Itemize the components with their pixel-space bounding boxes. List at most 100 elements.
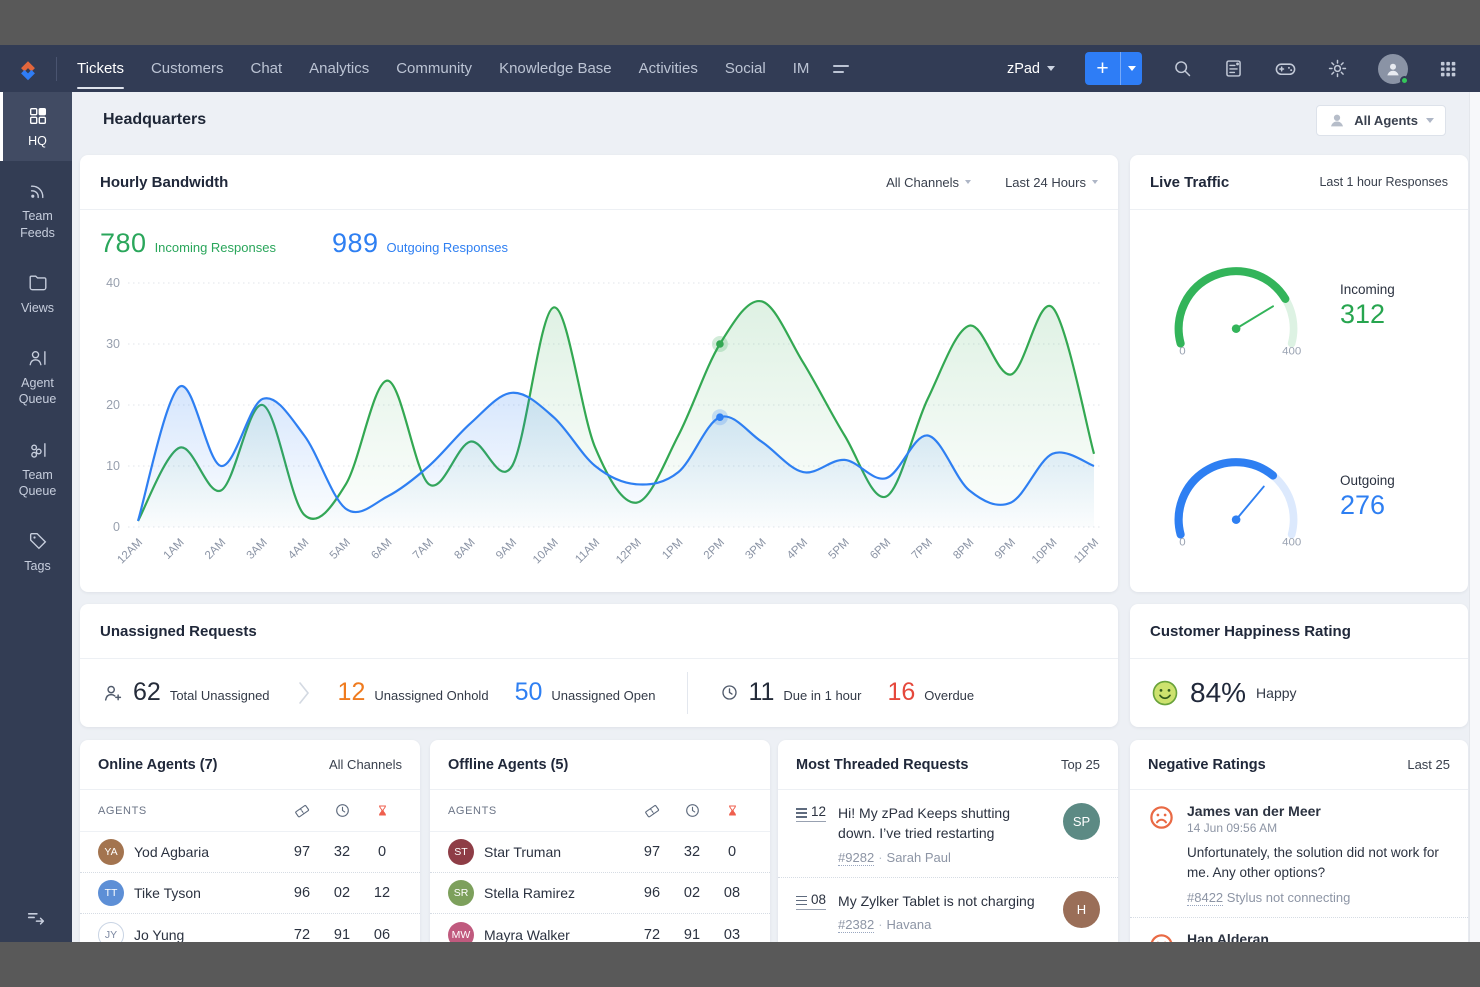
agent-row[interactable]: STStar Truman97320 <box>430 832 770 873</box>
person-icon <box>1384 60 1402 78</box>
incoming-gauge-label: Incoming <box>1340 282 1395 297</box>
svg-text:3AM: 3AM <box>245 537 270 562</box>
page-header: Headquarters All Agents <box>72 92 1480 148</box>
svg-text:8PM: 8PM <box>951 537 976 562</box>
agent-handling-time: 32 <box>672 844 712 860</box>
settings-gear-icon[interactable] <box>1327 58 1348 79</box>
hourglass-icon <box>362 803 402 818</box>
agent-row[interactable]: SRStella Ramirez960208 <box>430 873 770 914</box>
ticket-id-link[interactable]: #2382 <box>838 917 874 933</box>
happiness-rating-header: Customer Happiness Rating <box>1130 604 1468 659</box>
negative-ratings-filter[interactable]: Last 25 <box>1407 757 1450 772</box>
plus-icon: + <box>1085 52 1120 85</box>
outgoing-total: 989 <box>332 228 379 259</box>
nav-item-chat[interactable]: Chat <box>250 45 282 92</box>
nav-item-activities[interactable]: Activities <box>639 45 698 92</box>
outgoing-responses-stat: 989 Outgoing Responses <box>332 228 508 259</box>
svg-text:11PM: 11PM <box>1072 537 1101 566</box>
ticket-id-link[interactable]: #9282 <box>838 850 874 866</box>
agent-name: Jo Yung <box>134 927 184 943</box>
thread-lines-icon <box>796 896 807 906</box>
negative-rating-item[interactable]: Han Alderan <box>1130 918 1468 943</box>
nav-item-social[interactable]: Social <box>725 45 766 92</box>
department-dropdown[interactable]: zPad <box>1007 61 1055 77</box>
all-agents-dropdown[interactable]: All Agents <box>1316 105 1446 136</box>
customer-name: James van der Meer <box>1187 803 1450 819</box>
sidebar-item-team-feeds[interactable]: Team Feeds <box>0 167 72 253</box>
gauge-info: Incoming 312 <box>1340 282 1395 330</box>
negative-ratings-header: Negative Ratings Last 25 <box>1130 740 1468 790</box>
agent-row[interactable]: MWMayra Walker729103 <box>430 914 770 942</box>
most-threaded-card: Most Threaded Requests Top 25 12Hi! My z… <box>778 740 1118 942</box>
time-range-dropdown[interactable]: Last 24 Hours <box>1005 175 1098 190</box>
avatar: MW <box>448 922 474 943</box>
agent-row[interactable]: TTTike Tyson960212 <box>80 873 420 914</box>
sidebar-collapse-icon[interactable] <box>0 894 72 942</box>
bandwidth-stats: 780 Incoming Responses 989 Outgoing Resp… <box>80 210 1118 259</box>
user-avatar[interactable] <box>1378 54 1408 84</box>
channels-filter-dropdown[interactable]: All Channels <box>886 175 971 190</box>
unassigned-requests-title: Unassigned Requests <box>100 623 257 640</box>
nav-item-im[interactable]: IM <box>793 45 810 92</box>
agent-tickets-count: 72 <box>282 927 322 943</box>
overdue-stat[interactable]: 16 Overdue <box>887 678 974 707</box>
agent-row[interactable]: JYJo Yung729106 <box>80 914 420 942</box>
incoming-gauge-value: 312 <box>1340 299 1395 330</box>
svg-text:10AM: 10AM <box>531 537 561 567</box>
sidebar-item-hq[interactable]: HQ <box>0 92 72 161</box>
negative-rating-item[interactable]: James van der Meer14 Jun 09:56 AMUnfortu… <box>1130 790 1468 918</box>
apps-grid-icon[interactable] <box>1438 59 1458 79</box>
person-plus-icon <box>102 682 124 704</box>
thread-count-value: 08 <box>811 892 826 907</box>
unassigned-onhold-stat[interactable]: 12 Unassigned Onhold <box>338 678 489 707</box>
agent-row[interactable]: YAYod Agbaria97320 <box>80 832 420 873</box>
agent-handling-time: 02 <box>322 885 362 901</box>
agent-name: Tike Tyson <box>134 885 201 901</box>
nav-right-cluster: zPad + <box>1007 52 1480 85</box>
nav-item-customers[interactable]: Customers <box>151 45 224 92</box>
nav-item-analytics[interactable]: Analytics <box>309 45 369 92</box>
sidebar-item-team-queue[interactable]: Team Queue <box>0 426 72 512</box>
browser-top-strip <box>0 0 1480 45</box>
nav-more-icon[interactable] <box>833 65 849 73</box>
threaded-request-item[interactable]: 08My Zylker Tablet is not charging#2382·… <box>778 878 1118 942</box>
nav-item-community[interactable]: Community <box>396 45 472 92</box>
happiness-value: 84% <box>1190 677 1246 709</box>
online-agents-channel-filter[interactable]: All Channels <box>329 757 402 772</box>
sidebar-item-label: Team Feeds <box>6 208 69 241</box>
most-threaded-filter[interactable]: Top 25 <box>1061 757 1100 772</box>
release-notes-icon[interactable] <box>1223 58 1244 79</box>
add-new-button[interactable]: + <box>1085 52 1142 85</box>
svg-text:12AM: 12AM <box>115 537 145 567</box>
sidebar-item-agent-queue[interactable]: Agent Queue <box>0 334 72 420</box>
due-in-1-hour-stat[interactable]: 11 Due in 1 hour <box>720 678 861 707</box>
nav-item-knowledge-base[interactable]: Knowledge Base <box>499 45 612 92</box>
department-label: zPad <box>1007 61 1040 77</box>
agent-name: Mayra Walker <box>484 927 570 943</box>
add-new-dropdown[interactable] <box>1121 52 1142 85</box>
svg-text:6PM: 6PM <box>868 537 893 562</box>
sidebar-item-label: Views <box>6 300 69 316</box>
product-logo[interactable] <box>0 56 56 82</box>
unassigned-open-stat[interactable]: 50 Unassigned Open <box>515 678 656 707</box>
chevron-down-icon <box>1092 180 1098 184</box>
sidebar-item-tags[interactable]: Tags <box>0 517 72 586</box>
online-status-dot <box>1400 76 1409 85</box>
sidebar-item-views[interactable]: Views <box>0 259 72 328</box>
search-icon[interactable] <box>1172 58 1193 79</box>
threaded-request-item[interactable]: 12Hi! My zPad Keeps shutting down. I’ve … <box>778 790 1118 878</box>
incoming-responses-stat: 780 Incoming Responses <box>100 228 276 259</box>
bandwidth-area-chart[interactable]: 01020304012AM1AM2AM3AM4AM5AM6AM7AM8AM9AM… <box>80 260 1118 590</box>
svg-text:5AM: 5AM <box>328 537 353 562</box>
svg-text:7AM: 7AM <box>411 537 436 562</box>
vertical-scrollbar[interactable] <box>1469 92 1480 942</box>
gamescope-icon[interactable] <box>1274 57 1297 80</box>
svg-text:8AM: 8AM <box>452 537 477 562</box>
incoming-total: 780 <box>100 228 147 259</box>
total-unassigned-stat[interactable]: 62 Total Unassigned <box>102 678 270 707</box>
nav-item-tickets[interactable]: Tickets <box>77 45 124 92</box>
ticket-id-link[interactable]: #8422 <box>1187 890 1223 906</box>
live-traffic-subtitle: Last 1 hour Responses <box>1319 175 1448 189</box>
outgoing-gauge-value: 276 <box>1340 490 1395 521</box>
happiness-rating-title: Customer Happiness Rating <box>1150 623 1351 640</box>
